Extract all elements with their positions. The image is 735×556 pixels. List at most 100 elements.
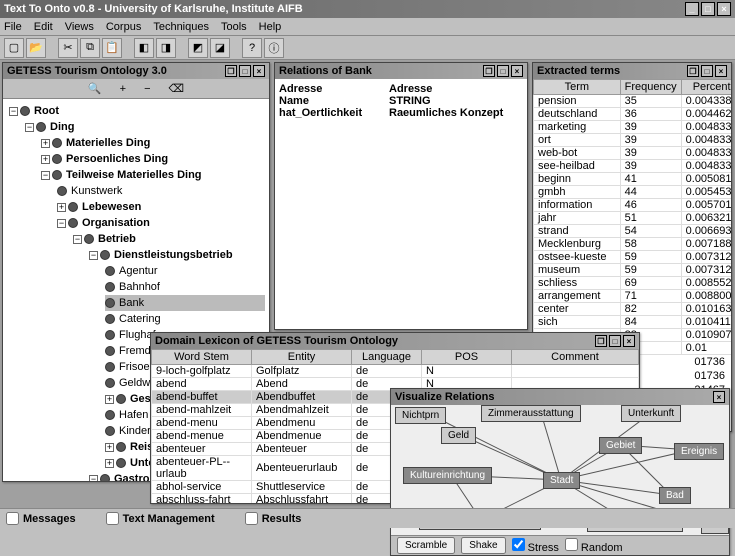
tree-node[interactable]: Agentur [119, 265, 158, 277]
textmgmt-checkbox[interactable]: Text Management [106, 512, 215, 525]
max-icon[interactable]: □ [497, 65, 509, 77]
copy-icon[interactable]: ⧉ [80, 38, 100, 58]
tree-node[interactable]: Dienstleistungsbetrieb [114, 249, 233, 261]
table-row[interactable]: museum590.007312841 [534, 264, 732, 277]
maximize-button[interactable]: □ [701, 2, 715, 16]
tree-node[interactable]: Materielles Ding [66, 137, 150, 149]
close-button[interactable]: × [717, 2, 731, 16]
lexicon-titlebar[interactable]: Domain Lexicon of GETESS Tourism Ontolog… [151, 333, 639, 349]
tree-node[interactable]: Persoenliches Ding [66, 153, 168, 165]
add-icon[interactable]: + [120, 83, 126, 95]
table-row[interactable]: marketing390.0048339115 [534, 121, 732, 134]
tree-node[interactable]: Kunstwerk [71, 185, 122, 197]
table-row[interactable]: deutschland360.004462072 [534, 108, 732, 121]
table-row[interactable]: strand540.0066931085 [534, 225, 732, 238]
table-row[interactable]: Mecklenburg580.0071888943 [534, 238, 732, 251]
viz-node[interactable]: Stadt [543, 472, 580, 489]
close-icon[interactable]: × [715, 65, 727, 77]
tree-node[interactable]: Betrieb [98, 233, 136, 245]
viz-node[interactable]: Zimmerausstattung [481, 405, 581, 422]
max-icon[interactable]: □ [701, 65, 713, 77]
col-pct[interactable]: Percentage [681, 80, 731, 95]
col-comment[interactable]: Comment [512, 350, 639, 365]
tree-node[interactable]: Hafen [119, 409, 148, 421]
menu-help[interactable]: Help [259, 21, 282, 33]
extracted-titlebar[interactable]: Extracted terms ❐ □ × [533, 63, 731, 79]
viz-node[interactable]: Bad [659, 487, 691, 504]
tree-node[interactable]: Bahnhof [119, 281, 160, 293]
table-row[interactable]: arrangement710.008800198 [534, 290, 732, 303]
menu-corpus[interactable]: Corpus [106, 21, 141, 33]
remove-icon[interactable]: − [144, 83, 150, 95]
table-row[interactable]: gmbh440.005453644 [534, 186, 732, 199]
table-row[interactable]: jahr510.006321269 [534, 212, 732, 225]
tree-node[interactable]: Organisation [82, 217, 150, 229]
results-checkbox[interactable]: Results [245, 512, 302, 525]
relation-row[interactable]: hat_OertlichkeitRaeumliches Konzept [279, 107, 523, 119]
ontology-titlebar[interactable]: GETESS Tourism Ontology 3.0 ❐ □ × [3, 63, 269, 79]
new-icon[interactable]: ▢ [4, 38, 24, 58]
open-icon[interactable]: 📂 [26, 38, 46, 58]
tool3-icon[interactable]: ◩ [188, 38, 208, 58]
viz-node[interactable]: Nichtprn [395, 407, 446, 424]
shake-button[interactable]: Shake [461, 537, 505, 554]
menu-views[interactable]: Views [65, 21, 94, 33]
tool4-icon[interactable]: ◪ [210, 38, 230, 58]
col-freq[interactable]: Frequency [620, 80, 681, 95]
col-lang[interactable]: Language [352, 350, 422, 365]
menu-tools[interactable]: Tools [221, 21, 247, 33]
menu-techniques[interactable]: Techniques [153, 21, 209, 33]
tool2-icon[interactable]: ◨ [156, 38, 176, 58]
zoom-icon[interactable]: 🔍 [88, 82, 102, 95]
table-row[interactable]: beginn410.0050818045 [534, 173, 732, 186]
tree-root[interactable]: Root [34, 105, 59, 117]
messages-checkbox[interactable]: Messages [6, 512, 76, 525]
close-icon[interactable]: × [511, 65, 523, 77]
max-icon[interactable]: □ [609, 335, 621, 347]
menu-file[interactable]: File [4, 21, 22, 33]
viz-titlebar[interactable]: Visualize Relations × [391, 389, 729, 405]
tree-node[interactable]: Ding [50, 121, 74, 133]
viz-canvas[interactable]: Nichtprn Zimmerausstattung Unterkunft Ge… [391, 405, 729, 555]
relation-row[interactable]: NameSTRING [279, 95, 523, 107]
tree-node-selected[interactable]: Bank [119, 297, 144, 309]
close-icon[interactable]: × [253, 65, 265, 77]
cut-icon[interactable]: ✂ [58, 38, 78, 58]
close-icon[interactable]: × [623, 335, 635, 347]
table-row[interactable]: 9-loch-golfplatzGolfplatzdeN [152, 365, 639, 378]
col-term[interactable]: Term [534, 80, 621, 95]
col-pos[interactable]: POS [422, 350, 512, 365]
table-row[interactable]: sich840.010411502 [534, 316, 732, 329]
help-icon[interactable]: ? [242, 38, 262, 58]
tree-node[interactable]: Teilweise Materielles Ding [66, 169, 202, 181]
paste-icon[interactable]: 📋 [102, 38, 122, 58]
scramble-button[interactable]: Scramble [397, 537, 455, 554]
tool1-icon[interactable]: ◧ [134, 38, 154, 58]
table-row[interactable]: ostsee-kueste590.007312841 [534, 251, 732, 264]
clear-icon[interactable]: ⌫ [169, 82, 185, 95]
viz-node[interactable]: Ereignis [674, 443, 724, 460]
close-icon[interactable]: × [713, 391, 725, 403]
minimize-button[interactable]: _ [685, 2, 699, 16]
viz-node[interactable]: Geld [441, 427, 476, 444]
toggle-icon[interactable]: − [9, 107, 18, 116]
table-row[interactable]: center820.010163609 [534, 303, 732, 316]
info-icon[interactable]: ⓘ [264, 38, 284, 58]
relation-row[interactable]: AdresseAdresse [279, 83, 523, 95]
viz-body[interactable]: Nichtprn Zimmerausstattung Unterkunft Ge… [391, 405, 729, 555]
viz-node[interactable]: Unterkunft [621, 405, 681, 422]
table-row[interactable]: schliess690.008552305 [534, 277, 732, 290]
detach-icon[interactable]: ❐ [595, 335, 607, 347]
table-row[interactable]: ort390.0048339115 [534, 134, 732, 147]
table-row[interactable]: see-heilbad390.0048339115 [534, 160, 732, 173]
col-entity[interactable]: Entity [252, 350, 352, 365]
menu-edit[interactable]: Edit [34, 21, 53, 33]
viz-node[interactable]: Gebiet [599, 437, 642, 454]
detach-icon[interactable]: ❐ [687, 65, 699, 77]
table-row[interactable]: web-bot390.0048339115 [534, 147, 732, 160]
col-wordstem[interactable]: Word Stem [152, 350, 252, 365]
random-checkbox[interactable]: Random [565, 538, 623, 554]
detach-icon[interactable]: ❐ [483, 65, 495, 77]
relations-titlebar[interactable]: Relations of Bank ❐ □ × [275, 63, 527, 79]
tree-node[interactable]: Catering [119, 313, 161, 325]
